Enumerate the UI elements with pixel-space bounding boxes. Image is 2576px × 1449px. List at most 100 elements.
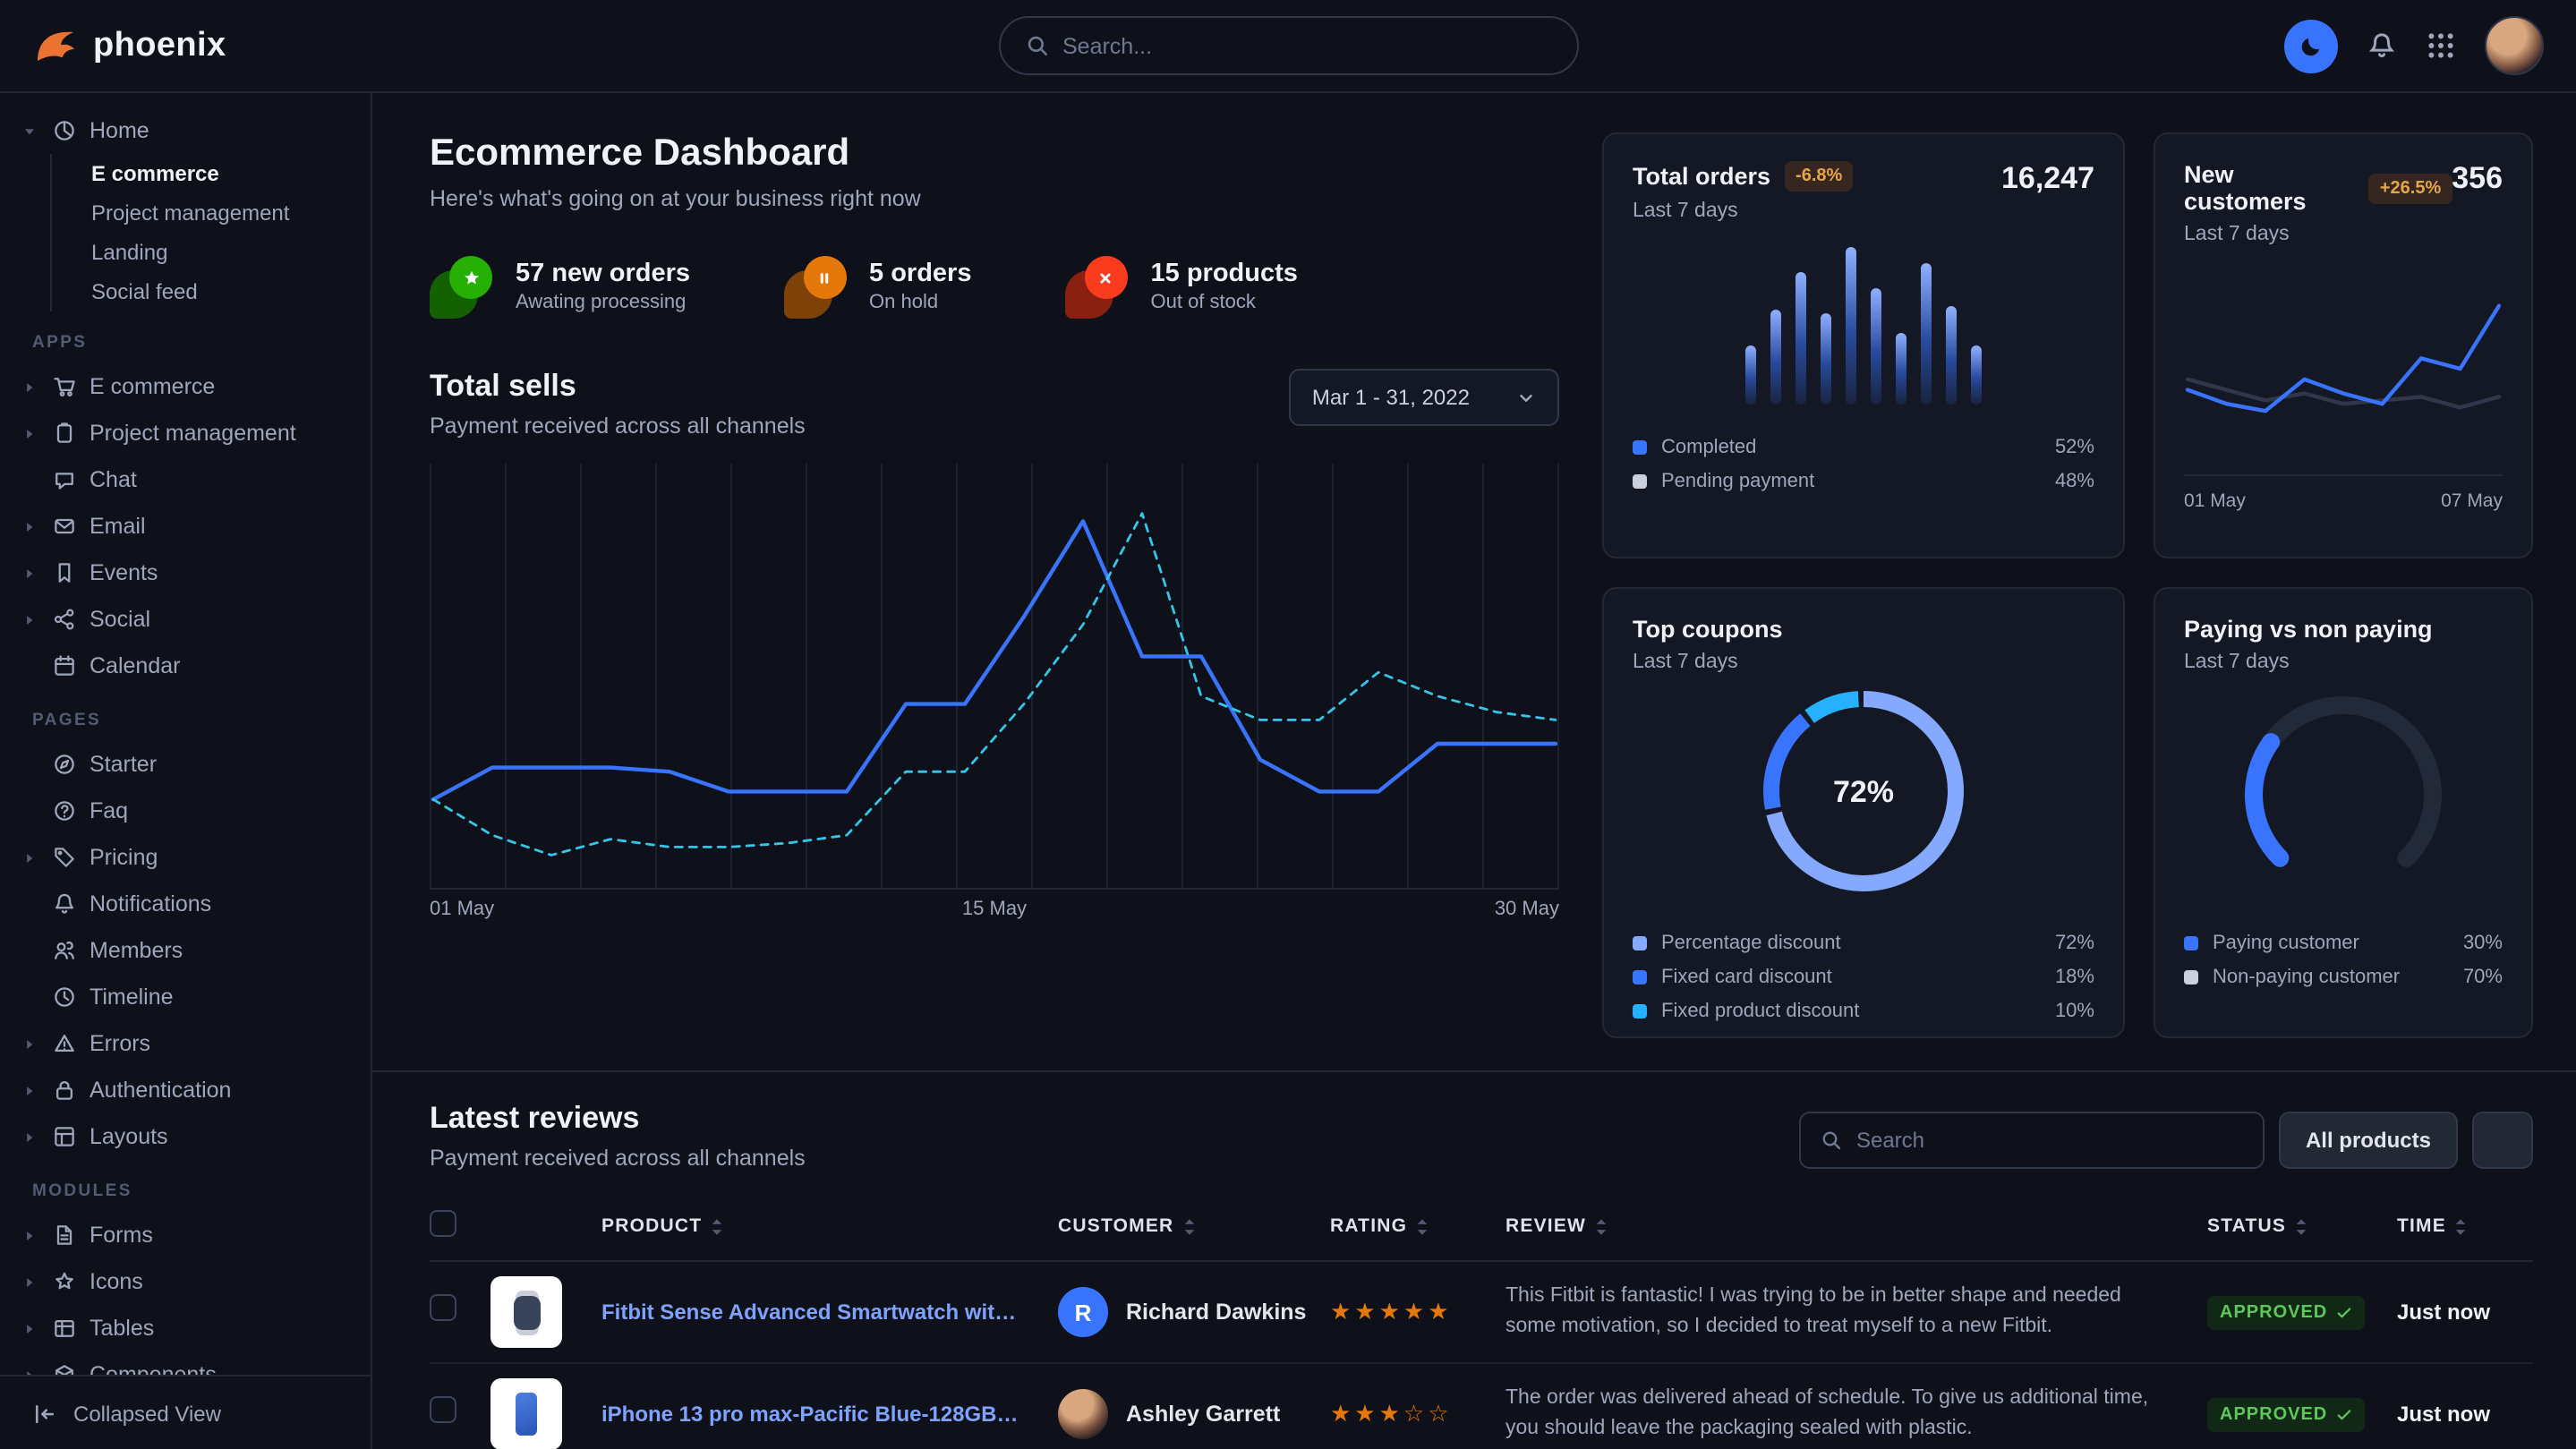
sidebar-item-starter[interactable]: Starter: [0, 741, 371, 788]
sidebar-item-home[interactable]: Home: [0, 107, 371, 154]
sidebar-item-tables[interactable]: Tables: [0, 1305, 371, 1351]
stat-value: 57 new orders: [516, 260, 690, 288]
search-input[interactable]: [1062, 33, 1551, 58]
sidebar-item-components[interactable]: Components: [0, 1351, 371, 1375]
table-icon: [52, 1316, 77, 1341]
sidebar-section-title: APPS: [0, 311, 371, 363]
date-range-value: Mar 1 - 31, 2022: [1312, 385, 1470, 410]
sidebar-item-email[interactable]: Email: [0, 503, 371, 550]
sidebar-item-forms[interactable]: Forms: [0, 1212, 371, 1258]
reviews-subtitle: Payment received across all channels: [430, 1146, 806, 1171]
sidebar-subitem-social-feed[interactable]: Social feed: [52, 272, 371, 311]
card-title: Top coupons: [1633, 616, 2094, 643]
card-period: Last 7 days: [2184, 224, 2452, 245]
sidebar-item-errors[interactable]: Errors: [0, 1020, 371, 1067]
sidebar-subitem-landing[interactable]: Landing: [52, 233, 371, 272]
caret-icon: [21, 425, 39, 441]
file-text-icon: [52, 1223, 77, 1248]
collapse-view-toggle[interactable]: Collapsed View: [0, 1375, 371, 1449]
legend-value: 72%: [2055, 932, 2094, 953]
sidebar-item-pricing[interactable]: Pricing: [0, 834, 371, 881]
users-icon: [52, 938, 77, 963]
legend-label: Non-paying customer: [2213, 966, 2400, 987]
x-tick: 30 May: [1495, 899, 1559, 920]
stats-row: 57 new ordersAwating processing5 ordersO…: [430, 254, 1559, 319]
reviews-table-body: Fitbit Sense Advanced Smartwatch with To…: [430, 1261, 2533, 1449]
column-header-customer[interactable]: CUSTOMER: [1058, 1196, 1330, 1261]
sidebar-item-e-commerce[interactable]: E commerce: [0, 363, 371, 410]
sort-icon: [2455, 1216, 2468, 1236]
bookmark-icon: [52, 560, 77, 585]
notifications-button[interactable]: [2367, 30, 2397, 61]
sidebar-item-faq[interactable]: Faq: [0, 788, 371, 834]
status-badge: APPROVED: [2207, 1398, 2365, 1432]
theme-toggle-button[interactable]: [2284, 19, 2338, 72]
stat-caption: Out of stock: [1151, 292, 1298, 313]
bell-icon: [52, 891, 77, 916]
all-products-button[interactable]: All products: [2279, 1112, 2458, 1169]
sidebar: HomeE commerceProject managementLandingS…: [0, 93, 372, 1449]
row-checkbox[interactable]: [430, 1294, 456, 1321]
column-header-status[interactable]: STATUS: [2207, 1196, 2397, 1261]
app-root: phoenix: [0, 0, 2576, 1449]
date-range-select[interactable]: Mar 1 - 31, 2022: [1289, 369, 1559, 426]
apps-grid-button[interactable]: [2426, 30, 2456, 61]
user-avatar[interactable]: [2485, 16, 2544, 75]
sidebar-item-label: Calendar: [90, 653, 180, 678]
sidebar-item-label: Authentication: [90, 1078, 231, 1103]
star-solid-icon: [461, 268, 481, 287]
product-link[interactable]: Fitbit Sense Advanced Smartwatch with To…: [601, 1300, 1044, 1325]
column-header-time[interactable]: TIME: [2397, 1196, 2533, 1261]
column-header-product[interactable]: PRODUCT: [601, 1196, 1058, 1261]
reviews-search[interactable]: [1799, 1112, 2265, 1169]
sidebar-item-icons[interactable]: Icons: [0, 1258, 371, 1305]
sidebar-item-events[interactable]: Events: [0, 550, 371, 596]
sidebar-item-calendar[interactable]: Calendar: [0, 643, 371, 689]
sidebar-item-layouts[interactable]: Layouts: [0, 1113, 371, 1160]
chat-icon: [52, 467, 77, 492]
reviews-search-input[interactable]: [1856, 1128, 2243, 1153]
brand-name: phoenix: [93, 26, 226, 65]
more-options-button[interactable]: [2472, 1112, 2533, 1169]
sidebar-section-title: MODULES: [0, 1160, 371, 1212]
sidebar-item-label: Errors: [90, 1031, 150, 1056]
svg-text:72%: 72%: [1833, 775, 1894, 809]
card-period: Last 7 days: [1633, 200, 1853, 222]
caret-icon: [21, 1367, 39, 1375]
select-all-checkbox[interactable]: [430, 1210, 456, 1237]
caret-icon: [21, 1274, 38, 1290]
review-text: The order was delivered ahead of schedul…: [1506, 1385, 2193, 1445]
brand[interactable]: phoenix: [32, 24, 226, 67]
legend-item: Paying customer30%: [2184, 925, 2503, 959]
stat-blob: [783, 254, 848, 319]
card-title: New customers: [2184, 161, 2355, 215]
caret-icon: [21, 123, 39, 139]
column-header-review[interactable]: REVIEW: [1506, 1196, 2207, 1261]
sort-icon: [2295, 1216, 2307, 1236]
sidebar-subitem-e-commerce[interactable]: E commerce: [52, 154, 371, 193]
stat-on-hold: 5 ordersOn hold: [783, 254, 971, 319]
total-sells-title: Total sells: [430, 369, 806, 405]
sidebar-item-project-management[interactable]: Project management: [0, 410, 371, 456]
new-customers-chart: [2184, 274, 2503, 467]
sidebar-item-label: Pricing: [90, 845, 158, 870]
check-icon: [2336, 1305, 2352, 1321]
sidebar-item-members[interactable]: Members: [0, 927, 371, 974]
stat-out-of-stock: 15 productsOut of stock: [1065, 254, 1298, 319]
sidebar-subitem-project-management[interactable]: Project management: [52, 193, 371, 233]
layout-icon: [52, 1124, 77, 1149]
sidebar-item-notifications[interactable]: Notifications: [0, 881, 371, 927]
product-link[interactable]: iPhone 13 pro max-Pacific Blue-128GB sto…: [601, 1402, 1044, 1427]
collapse-view-label: Collapsed View: [73, 1401, 221, 1426]
sidebar-item-timeline[interactable]: Timeline: [0, 974, 371, 1020]
sidebar-item-authentication[interactable]: Authentication: [0, 1067, 371, 1113]
sidebar-item-social[interactable]: Social: [0, 596, 371, 643]
global-search[interactable]: [998, 16, 1578, 75]
caret-icon: [21, 1082, 38, 1098]
legend-item: Percentage discount72%: [1633, 925, 2094, 959]
caret-icon: [21, 123, 38, 139]
sidebar-item-chat[interactable]: Chat: [0, 456, 371, 503]
column-header-rating[interactable]: RATING: [1330, 1196, 1506, 1261]
legend-value: 18%: [2055, 966, 2094, 987]
row-checkbox[interactable]: [430, 1396, 456, 1423]
